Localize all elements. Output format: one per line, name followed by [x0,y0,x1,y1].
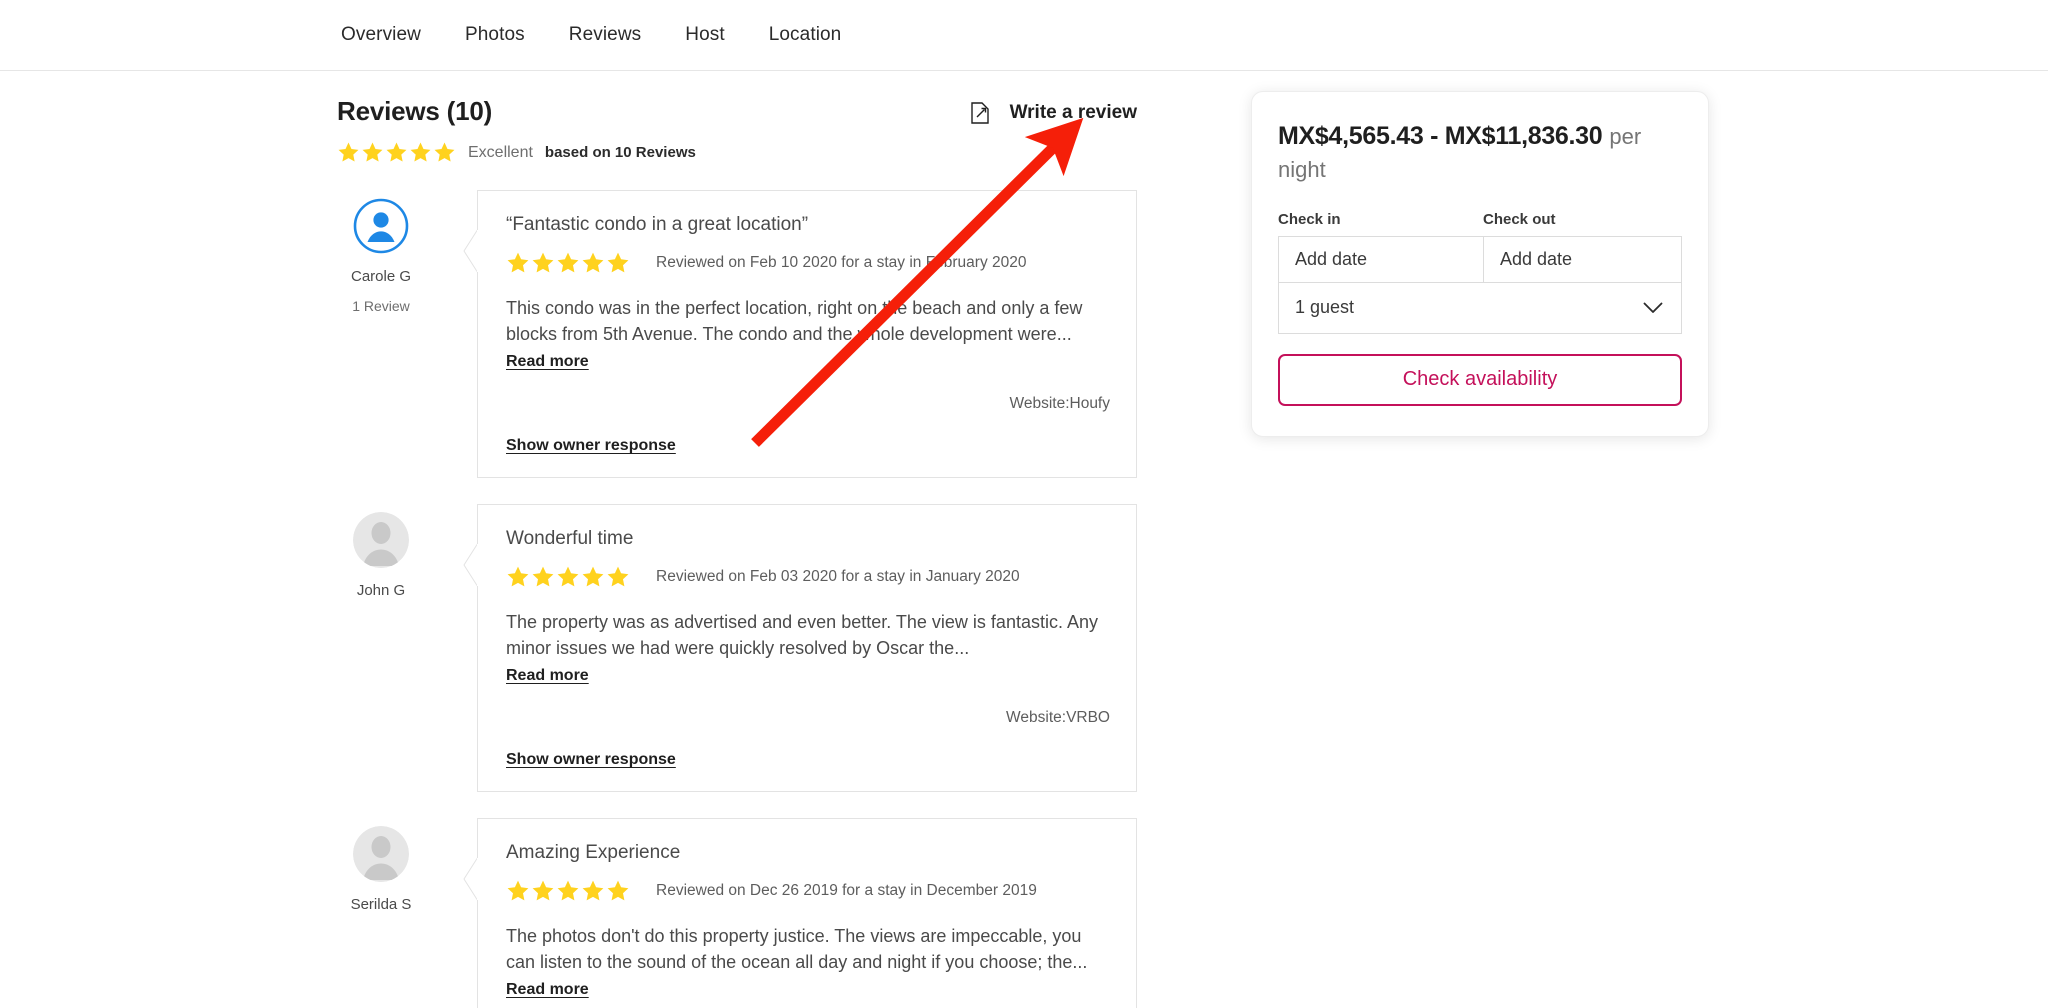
check-availability-button[interactable]: Check availability [1278,354,1682,406]
page-root: Overview Photos Reviews Host Location Re… [0,0,2048,1008]
read-more-link[interactable]: Read more [506,350,589,373]
date-labels: Check in Check out [1278,211,1682,228]
nav-item-reviews[interactable]: Reviews [569,24,642,46]
booking-card: MX$4,565.43 - MX$11,836.30 per night Che… [1251,91,1709,437]
blue-person-avatar [337,198,425,254]
checkout-label: Check out [1483,211,1556,228]
nav-links: Overview Photos Reviews Host Location [0,24,841,46]
reviewer-block: John G [337,504,425,792]
review-title: “Fantastic condo in a great location” [506,213,1110,238]
review-source: Website:VRBO [506,709,1110,727]
guests-value: 1 guest [1295,297,1354,318]
reviewer-block: Serilda S [337,818,425,1008]
review-date: Reviewed on Dec 26 2019 for a stay in De… [656,882,1037,900]
review-source: Website:Houfy [506,395,1110,413]
review-meta: Reviewed on Feb 03 2020 for a stay in Ja… [506,565,1110,589]
review-date: Reviewed on Feb 03 2020 for a stay in Ja… [656,568,1020,586]
review-card: Wonderful time Reviewed on Feb 03 2020 fo… [477,504,1137,792]
gray-person-avatar [337,512,425,568]
review-body: The photos don't do this property justic… [506,923,1110,1001]
review-title: Wonderful time [506,527,1110,552]
show-owner-response-link[interactable]: Show owner response [506,437,676,455]
reviewer-name: Serilda S [337,896,425,913]
review-body-text: This condo was in the perfect location, … [506,298,1082,344]
review-star-rating [506,565,630,589]
date-inputs: Add date Add date [1278,236,1682,283]
review-item: John G Wonderful time Reviewed on Feb 03 2… [337,504,1137,792]
reviewer-review-count: 1 Review [337,298,425,314]
checkout-input[interactable]: Add date [1483,236,1682,283]
guests-select[interactable]: 1 guest [1278,282,1682,334]
overall-star-rating [337,141,456,164]
reviewer-name: John G [337,582,425,599]
show-owner-response-link[interactable]: Show owner response [506,751,676,769]
review-body-text: The photos don't do this property justic… [506,926,1087,972]
overall-rating-row: Excellent based on 10 Reviews [337,141,1137,164]
price-range: MX$4,565.43 - MX$11,836.30 [1278,122,1602,150]
checkin-label: Check in [1278,211,1483,228]
nav-item-location[interactable]: Location [769,24,842,46]
review-star-rating [506,251,630,275]
chevron-down-icon [1643,302,1663,314]
review-card: Amazing Experience Reviewed on Dec 26 201… [477,818,1137,1008]
review-body-text: The property was as advertised and even … [506,612,1098,658]
nav-item-overview[interactable]: Overview [341,24,421,46]
review-title: Amazing Experience [506,841,1110,866]
write-review-label: Write a review [1010,102,1137,124]
reviews-header: Reviews (10) Excellent based on 10 Revie… [337,96,1137,164]
rating-basis: based on 10 Reviews [545,144,696,161]
review-body: The property was as advertised and even … [506,609,1110,687]
review-card: “Fantastic condo in a great location” Rev… [477,190,1137,478]
nav-item-host[interactable]: Host [685,24,724,46]
rating-word: Excellent [468,144,533,162]
review-item: Serilda S Amazing Experience Reviewed on D… [337,818,1137,1008]
write-review-button[interactable]: Write a review [970,102,1137,124]
reviewer-name: Carole G [337,268,425,285]
review-meta: Reviewed on Dec 26 2019 for a stay in De… [506,879,1110,903]
review-date: Reviewed on Feb 10 2020 for a stay in Fe… [656,254,1027,272]
page-body: Reviews (10) Excellent based on 10 Revie… [0,71,2048,1008]
review-body: This condo was in the perfect location, … [506,295,1110,373]
read-more-link[interactable]: Read more [506,978,589,1001]
reviews-column: Reviews (10) Excellent based on 10 Revie… [337,96,1137,1008]
booking-column: MX$4,565.43 - MX$11,836.30 per night Che… [1251,91,1709,437]
nav-item-photos[interactable]: Photos [465,24,525,46]
review-list: Carole G 1 Review “Fantastic condo in a gr… [337,190,1137,1008]
document-edit-icon [970,102,990,124]
read-more-link[interactable]: Read more [506,664,589,687]
review-meta: Reviewed on Feb 10 2020 for a stay in Fe… [506,251,1110,275]
review-item: Carole G 1 Review “Fantastic condo in a gr… [337,190,1137,478]
review-star-rating [506,879,630,903]
checkin-input[interactable]: Add date [1278,236,1483,283]
section-nav-bar: Overview Photos Reviews Host Location [0,0,2048,71]
gray-person-avatar [337,826,425,882]
reviewer-block: Carole G 1 Review [337,190,425,478]
price-line: MX$4,565.43 - MX$11,836.30 per night [1278,120,1682,187]
